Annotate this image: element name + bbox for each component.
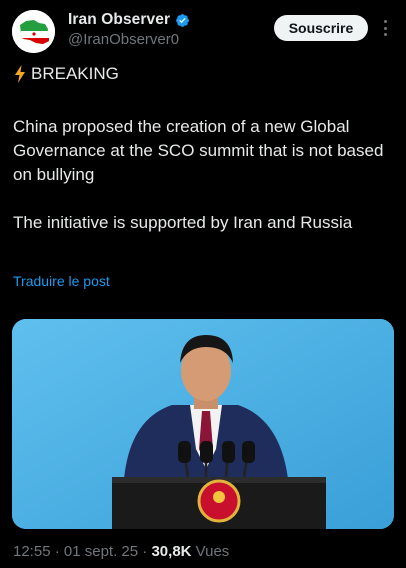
more-dot xyxy=(383,26,387,30)
subscribe-button[interactable]: Souscrire xyxy=(274,15,368,41)
more-dot xyxy=(383,33,387,36)
verified-badge-icon xyxy=(176,13,190,27)
speaker-at-podium-photo xyxy=(12,319,394,529)
post-date[interactable]: 01 sept. 25 xyxy=(64,543,138,560)
more-vertical-icon[interactable] xyxy=(380,18,390,38)
post-media-image[interactable] xyxy=(12,319,394,529)
translate-post-link[interactable]: Traduire le post xyxy=(13,273,110,289)
views-count[interactable]: 30,8K xyxy=(151,543,191,560)
post-header: Iran Observer @IranObserver0 Souscrire xyxy=(0,0,406,60)
author-name-row: Iran Observer xyxy=(68,11,190,29)
breaking-line: BREAKING xyxy=(13,62,393,86)
post-time[interactable]: 12:55 xyxy=(13,543,51,560)
avatar[interactable] xyxy=(12,10,55,53)
author-display-name[interactable]: Iran Observer xyxy=(68,11,170,29)
post-paragraph-1: China proposed the creation of a new Glo… xyxy=(13,117,384,184)
meta-separator: · xyxy=(54,543,60,560)
post-body: BREAKING China proposed the creation of … xyxy=(13,62,393,235)
meta-separator: · xyxy=(142,543,148,560)
views-label: Vues xyxy=(195,543,230,560)
post-paragraph-2: The initiative is supported by Iran and … xyxy=(13,213,353,232)
iran-map-flag-icon xyxy=(12,10,55,53)
post-meta: 12:55 · 01 sept. 25 · 30,8K Vues xyxy=(13,543,229,560)
more-dot xyxy=(383,20,387,23)
author-handle[interactable]: @IranObserver0 xyxy=(68,31,179,48)
breaking-label: BREAKING xyxy=(31,64,119,83)
lightning-bolt-icon xyxy=(15,65,25,83)
